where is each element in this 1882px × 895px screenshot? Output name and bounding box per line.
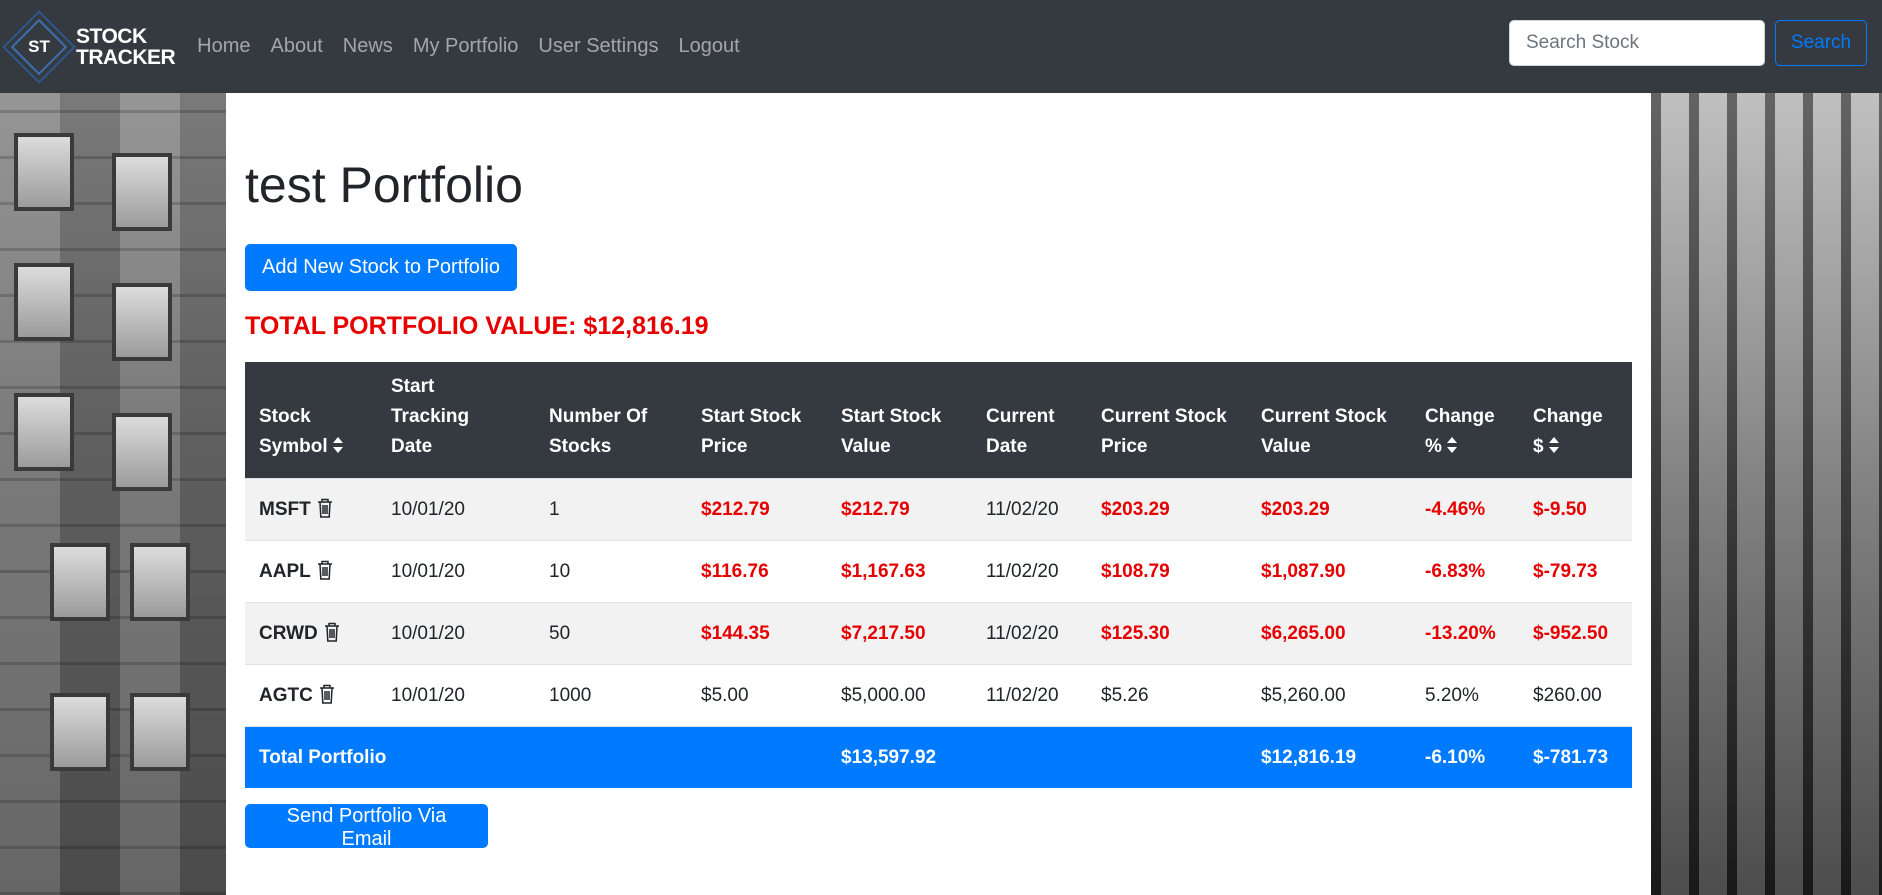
brand-name-line1: STOCK	[76, 24, 147, 48]
total-current-value: $12,816.19	[1247, 726, 1411, 788]
table-row: AAPL 10/01/20 10 $116.76 $1,167.63 11/02…	[245, 540, 1632, 603]
cell-count: 10	[535, 540, 687, 603]
page-title: test Portfolio	[245, 157, 523, 213]
cell-symbol: AGTC	[245, 664, 377, 727]
search-button[interactable]: Search	[1775, 20, 1867, 66]
cell-count: 1	[535, 478, 687, 541]
main-container: test Portfolio Add New Stock to Portfoli…	[226, 93, 1651, 895]
trash-icon[interactable]	[324, 622, 340, 642]
header-start-value: Start Stock Value	[827, 362, 972, 479]
cell-change-dollar: $-952.50	[1519, 602, 1632, 665]
background-image-right	[1651, 93, 1882, 895]
cell-start-price: $116.76	[687, 540, 827, 603]
cell-start-value: $1,167.63	[827, 540, 972, 603]
cell-start-price: $144.35	[687, 602, 827, 665]
cell-change-percent: -4.46%	[1411, 478, 1519, 541]
total-change-dollar: $-781.73	[1519, 726, 1632, 788]
logo-initials: ST	[28, 36, 50, 56]
header-current-price: Current Stock Price	[1087, 362, 1247, 479]
add-stock-button[interactable]: Add New Stock to Portfolio	[245, 244, 517, 291]
cell-current-value: $203.29	[1247, 478, 1411, 541]
cell-change-dollar: $-9.50	[1519, 478, 1632, 541]
cell-current-value: $5,260.00	[1247, 664, 1411, 727]
cell-count: 50	[535, 602, 687, 665]
search-form: Search	[1509, 20, 1867, 66]
cell-current-value: $6,265.00	[1247, 602, 1411, 665]
trash-icon[interactable]	[317, 560, 333, 580]
nav-link-about[interactable]: About	[271, 35, 323, 58]
top-navbar: ST STOCK TRACKER Home About News My Port…	[0, 0, 1882, 93]
cell-start-value: $7,217.50	[827, 602, 972, 665]
cell-current-value: $1,087.90	[1247, 540, 1411, 603]
brand-name: STOCK TRACKER	[76, 24, 176, 69]
header-start-date: Start Tracking Date	[377, 362, 535, 479]
cell-start-price: $212.79	[687, 478, 827, 541]
cell-change-percent: -13.20%	[1411, 602, 1519, 665]
nav-links: Home About News My Portfolio User Settin…	[197, 35, 759, 58]
cell-current-price: $108.79	[1087, 540, 1247, 603]
table-row: MSFT 10/01/20 1 $212.79 $212.79 11/02/20…	[245, 478, 1632, 541]
cell-start-date: 10/01/20	[377, 602, 535, 665]
table-total-row: Total Portfolio $13,597.92 $12,816.19 -6…	[245, 726, 1632, 788]
header-current-date: Current Date	[972, 362, 1087, 479]
nav-link-my-portfolio[interactable]: My Portfolio	[413, 35, 519, 58]
total-change-percent: -6.10%	[1411, 726, 1519, 788]
cell-symbol: CRWD	[245, 602, 377, 665]
table-row: AGTC 10/01/20 1000 $5.00 $5,000.00 11/02…	[245, 664, 1632, 727]
nav-link-logout[interactable]: Logout	[678, 35, 739, 58]
cell-current-date: 11/02/20	[972, 478, 1087, 541]
header-change-percent[interactable]: Change%	[1411, 362, 1519, 479]
portfolio-table: Stock Symbol Start Tracking Date Number Of S…	[245, 362, 1632, 788]
table-header-row: Stock Symbol Start Tracking Date Number Of S…	[245, 362, 1632, 479]
header-stock-symbol[interactable]: Stock Symbol	[245, 362, 377, 479]
cell-change-dollar: $-79.73	[1519, 540, 1632, 603]
sort-icon[interactable]	[1548, 436, 1560, 454]
total-start-value: $13,597.92	[827, 726, 972, 788]
cell-change-dollar: $260.00	[1519, 664, 1632, 727]
background-image-left	[0, 93, 226, 895]
cell-start-value: $212.79	[827, 478, 972, 541]
table-row: CRWD 10/01/20 50 $144.35 $7,217.50 11/02…	[245, 602, 1632, 665]
send-email-button[interactable]: Send Portfolio Via Email	[245, 804, 488, 850]
cell-current-price: $203.29	[1087, 478, 1247, 541]
header-current-value: Current Stock Value	[1247, 362, 1411, 479]
cell-start-date: 10/01/20	[377, 664, 535, 727]
cell-start-value: $5,000.00	[827, 664, 972, 727]
cell-count: 1000	[535, 664, 687, 727]
cell-change-percent: -6.83%	[1411, 540, 1519, 603]
sort-icon[interactable]	[332, 436, 344, 454]
total-label: Total Portfolio	[245, 726, 827, 788]
sort-icon[interactable]	[1446, 436, 1458, 454]
cell-symbol: MSFT	[245, 478, 377, 541]
search-input[interactable]	[1509, 20, 1765, 66]
cell-symbol: AAPL	[245, 540, 377, 603]
brand-name-line2: TRACKER	[76, 45, 176, 69]
header-start-price: Start Stock Price	[687, 362, 827, 479]
header-change-dollar[interactable]: Change $	[1519, 362, 1632, 479]
nav-link-news[interactable]: News	[343, 35, 393, 58]
cell-start-date: 10/01/20	[377, 540, 535, 603]
nav-link-user-settings[interactable]: User Settings	[538, 35, 658, 58]
stock-tracker-logo-icon: ST	[2, 9, 76, 84]
total-portfolio-value: TOTAL PORTFOLIO VALUE: $12,816.19	[245, 312, 709, 340]
cell-start-price: $5.00	[687, 664, 827, 727]
header-number-of-stocks: Number Of Stocks	[535, 362, 687, 479]
cell-current-date: 11/02/20	[972, 664, 1087, 727]
cell-current-price: $5.26	[1087, 664, 1247, 727]
cell-current-date: 11/02/20	[972, 602, 1087, 665]
trash-icon[interactable]	[317, 498, 333, 518]
cell-start-date: 10/01/20	[377, 478, 535, 541]
cell-change-percent: 5.20%	[1411, 664, 1519, 727]
total-spacer	[972, 726, 1247, 788]
trash-icon[interactable]	[319, 684, 335, 704]
nav-link-home[interactable]: Home	[197, 35, 250, 58]
cell-current-price: $125.30	[1087, 602, 1247, 665]
cell-current-date: 11/02/20	[972, 540, 1087, 603]
brand-logo[interactable]: ST STOCK TRACKER	[2, 0, 176, 93]
